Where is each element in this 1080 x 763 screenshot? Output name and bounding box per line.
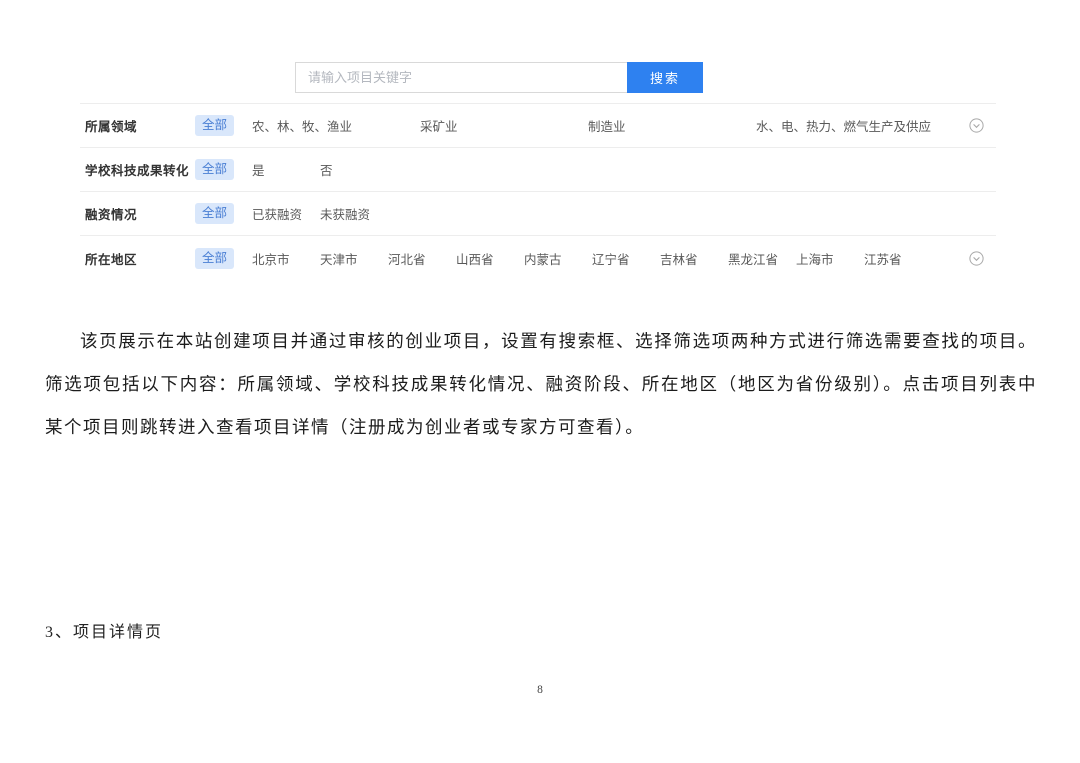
filter-row-transformation: 学校科技成果转化 全部 是 否 bbox=[80, 148, 996, 192]
filter-all-tag[interactable]: 全部 bbox=[195, 115, 234, 136]
filter-option[interactable]: 内蒙古 bbox=[524, 249, 592, 268]
filter-option[interactable]: 采矿业 bbox=[420, 116, 588, 135]
search-button[interactable]: 搜索 bbox=[627, 62, 703, 93]
filter-all-wrap: 全部 bbox=[195, 248, 252, 269]
filter-option[interactable]: 山西省 bbox=[456, 249, 524, 268]
filter-option[interactable]: 上海市 bbox=[796, 249, 864, 268]
filter-label: 所在地区 bbox=[85, 249, 195, 268]
filter-option[interactable]: 辽宁省 bbox=[592, 249, 660, 268]
filter-option[interactable]: 农、林、牧、渔业 bbox=[252, 116, 420, 135]
page-number: 8 bbox=[0, 684, 1080, 696]
filter-option[interactable]: 天津市 bbox=[320, 249, 388, 268]
filter-label: 所属领域 bbox=[85, 116, 195, 135]
filter-option[interactable]: 黑龙江省 bbox=[728, 249, 796, 268]
filter-option[interactable]: 是 bbox=[252, 160, 320, 179]
filter-all-wrap: 全部 bbox=[195, 159, 252, 180]
filter-option[interactable]: 吉林省 bbox=[660, 249, 728, 268]
project-search-bar: 搜索 bbox=[295, 62, 703, 93]
section-heading: 3、项目详情页 bbox=[45, 618, 163, 642]
filter-all-wrap: 全部 bbox=[195, 115, 252, 136]
filter-label: 学校科技成果转化 bbox=[85, 160, 195, 179]
filter-option[interactable]: 未获融资 bbox=[320, 204, 388, 223]
filter-all-tag[interactable]: 全部 bbox=[195, 203, 234, 224]
description-paragraph: 该页展示在本站创建项目并通过审核的创业项目，设置有搜索框、选择筛选项两种方式进行… bbox=[45, 320, 1037, 449]
filter-option[interactable]: 河北省 bbox=[388, 249, 456, 268]
filter-all-tag[interactable]: 全部 bbox=[195, 248, 234, 269]
filter-all-tag[interactable]: 全部 bbox=[195, 159, 234, 180]
filter-panel: 所属领域 全部 农、林、牧、渔业 采矿业 制造业 水、电、热力、燃气生产及供应 … bbox=[80, 103, 996, 281]
filter-label: 融资情况 bbox=[85, 204, 195, 223]
filter-option[interactable]: 已获融资 bbox=[252, 204, 320, 223]
filter-option[interactable]: 否 bbox=[320, 160, 388, 179]
filter-option[interactable]: 江苏省 bbox=[864, 249, 902, 268]
filter-row-region: 所在地区 全部 北京市 天津市 河北省 山西省 内蒙古 辽宁省 吉林省 黑龙江省… bbox=[80, 236, 996, 281]
filter-row-financing: 融资情况 全部 已获融资 未获融资 bbox=[80, 192, 996, 236]
filter-option[interactable]: 北京市 bbox=[252, 249, 320, 268]
filter-option[interactable]: 水、电、热力、燃气生产及供应 bbox=[756, 116, 931, 135]
search-input[interactable] bbox=[295, 62, 627, 93]
chevron-down-circle-icon[interactable] bbox=[969, 251, 984, 266]
filter-option[interactable]: 制造业 bbox=[588, 116, 756, 135]
chevron-down-circle-icon[interactable] bbox=[969, 118, 984, 133]
filter-all-wrap: 全部 bbox=[195, 203, 252, 224]
filter-row-domain: 所属领域 全部 农、林、牧、渔业 采矿业 制造业 水、电、热力、燃气生产及供应 bbox=[80, 104, 996, 148]
